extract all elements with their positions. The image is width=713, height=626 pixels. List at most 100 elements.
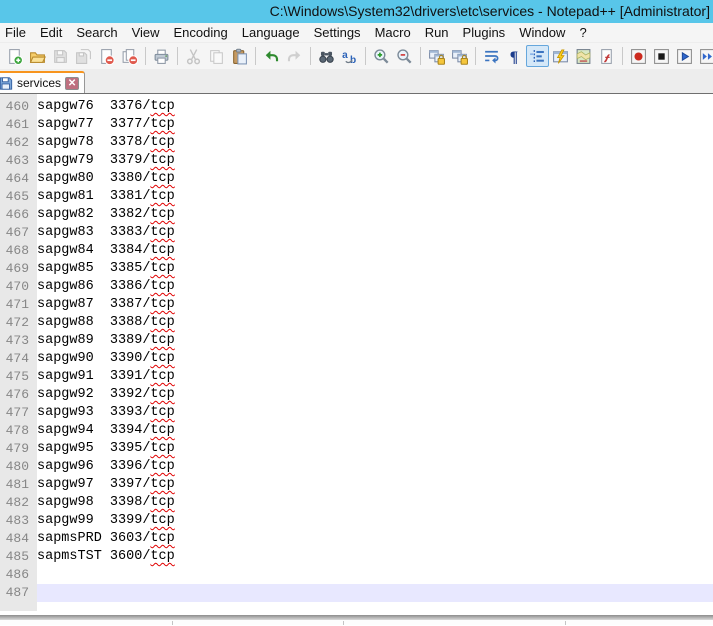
show-wrap-symbol-icon	[553, 48, 568, 64]
code-line[interactable]: 482 sapgw98 3398/tcp	[0, 494, 713, 512]
find-button[interactable]	[315, 45, 338, 67]
undo-button[interactable]	[260, 45, 283, 67]
run-macro-multiple-button[interactable]	[696, 45, 713, 67]
line-number: 466	[5, 207, 29, 222]
code-line[interactable]: 474 sapgw90 3390/tcp	[0, 350, 713, 368]
menu-item-window[interactable]: Window	[512, 23, 572, 42]
show-all-characters-icon: ¶	[510, 48, 518, 64]
misspelled-word: tcp	[150, 261, 175, 276]
new-file-button[interactable]	[3, 45, 26, 67]
line-number: 472	[5, 315, 29, 330]
menu-item-[interactable]: ?	[572, 23, 593, 42]
menu-item-view[interactable]: View	[125, 23, 167, 42]
close-all-button[interactable]	[118, 45, 141, 67]
show-wrap-symbol-button[interactable]	[549, 45, 572, 67]
cut-button[interactable]	[182, 45, 205, 67]
line-number: 469	[5, 261, 29, 276]
misspelled-word: tcp	[150, 207, 175, 222]
line-number: 474	[5, 351, 29, 366]
code-line[interactable]: 484 sapmsPRD 3603/tcp	[0, 530, 713, 548]
show-all-characters-button[interactable]: ¶	[503, 45, 526, 67]
line-number: 475	[5, 369, 29, 384]
code-line[interactable]: 470 sapgw86 3386/tcp	[0, 278, 713, 296]
play-macro-button[interactable]	[673, 45, 696, 67]
line-number: 463	[5, 153, 29, 168]
code-line-current[interactable]: 487	[0, 584, 713, 602]
copy-button[interactable]	[205, 45, 228, 67]
line-text: sapgw95 3395/tcp	[37, 441, 175, 456]
statusbar-section-separator	[343, 621, 344, 625]
misspelled-word: tcp	[150, 333, 175, 348]
print-button[interactable]	[150, 45, 173, 67]
tab-services[interactable]: services ✕	[0, 71, 86, 93]
code-line[interactable]: 481 sapgw97 3397/tcp	[0, 476, 713, 494]
menu-item-file[interactable]: File	[0, 23, 33, 42]
close-file-button[interactable]	[95, 45, 118, 67]
code-line[interactable]: 473 sapgw89 3389/tcp	[0, 332, 713, 350]
document-map-icon	[576, 48, 591, 64]
menu-item-language[interactable]: Language	[235, 23, 307, 42]
code-line[interactable]: 479 sapgw95 3395/tcp	[0, 440, 713, 458]
code-line[interactable]: 460 sapgw76 3376/tcp	[0, 98, 713, 116]
code-line[interactable]: 472 sapgw88 3388/tcp	[0, 314, 713, 332]
menu-item-plugins[interactable]: Plugins	[456, 23, 513, 42]
code-line[interactable]: 466 sapgw82 3382/tcp	[0, 206, 713, 224]
code-line[interactable]: 478 sapgw94 3394/tcp	[0, 422, 713, 440]
menu-item-macro[interactable]: Macro	[368, 23, 418, 42]
menu-item-run[interactable]: Run	[418, 23, 456, 42]
menu-item-search[interactable]: Search	[69, 23, 124, 42]
code-line[interactable]: 476 sapgw92 3392/tcp	[0, 386, 713, 404]
sync-vertical-scroll-button[interactable]	[425, 45, 448, 67]
sync-horizontal-scroll-button[interactable]	[448, 45, 471, 67]
toolbar: a b ¶	[0, 43, 713, 69]
save-file-button[interactable]	[49, 45, 72, 67]
code-line[interactable]: 465 sapgw81 3381/tcp	[0, 188, 713, 206]
code-line[interactable]: 471 sapgw87 3387/tcp	[0, 296, 713, 314]
stop-macro-button[interactable]	[650, 45, 673, 67]
open-file-button[interactable]	[26, 45, 49, 67]
code-line[interactable]: 461 sapgw77 3377/tcp	[0, 116, 713, 134]
word-wrap-button[interactable]	[480, 45, 503, 67]
redo-icon	[287, 50, 301, 61]
show-indent-guide-button[interactable]	[526, 45, 549, 67]
redo-button[interactable]	[283, 45, 306, 67]
line-text: sapgw99 3399/tcp	[37, 513, 175, 528]
line-number: 473	[5, 333, 29, 348]
code-line[interactable]: 483 sapgw99 3399/tcp	[0, 512, 713, 530]
misspelled-word: tcp	[150, 459, 175, 474]
code-line[interactable]: 468 sapgw84 3384/tcp	[0, 242, 713, 260]
misspelled-word: tcp	[150, 99, 175, 114]
zoom-in-button[interactable]	[370, 45, 393, 67]
code-line[interactable]: 469 sapgw85 3385/tcp	[0, 260, 713, 278]
replace-button[interactable]: ab	[338, 45, 361, 67]
menu-item-encoding[interactable]: Encoding	[167, 23, 235, 42]
save-all-button[interactable]	[72, 45, 95, 67]
record-macro-button[interactable]	[627, 45, 650, 67]
line-text: sapgw85 3385/tcp	[37, 261, 175, 276]
menu-item-settings[interactable]: Settings	[307, 23, 368, 42]
code-line[interactable]: 463 sapgw79 3379/tcp	[0, 152, 713, 170]
notepad-plus-plus-window: C:\Windows\System32\drivers\etc\services…	[0, 0, 713, 626]
run-macro-multiple-icon	[700, 48, 713, 64]
editor-pane[interactable]: 460 sapgw76 3376/tcp 461 sapgw77 3377/tcp 46…	[0, 94, 713, 611]
function-list-button[interactable]	[595, 45, 618, 67]
code-line[interactable]: 464 sapgw80 3380/tcp	[0, 170, 713, 188]
line-text: sapgw98 3398/tcp	[37, 495, 175, 510]
document-map-button[interactable]	[572, 45, 595, 67]
code-line[interactable]: 475 sapgw91 3391/tcp	[0, 368, 713, 386]
zoom-out-button[interactable]	[393, 45, 416, 67]
tab-close-button[interactable]: ✕	[65, 76, 80, 90]
code-line[interactable]: 480 sapgw96 3396/tcp	[0, 458, 713, 476]
line-text: sapmsTST 3600/tcp	[37, 549, 175, 564]
line-text	[37, 566, 713, 584]
stop-macro-icon	[654, 48, 669, 64]
code-line[interactable]: 485 sapmsTST 3600/tcp	[0, 548, 713, 566]
code-line[interactable]: 467 sapgw83 3383/tcp	[0, 224, 713, 242]
code-line[interactable]: 486	[0, 566, 713, 584]
menu-item-edit[interactable]: Edit	[33, 23, 69, 42]
code-line[interactable]: 477 sapgw93 3393/tcp	[0, 404, 713, 422]
paste-button[interactable]	[228, 45, 251, 67]
line-text: sapgw80 3380/tcp	[37, 171, 175, 186]
code-line[interactable]: 462 sapgw78 3378/tcp	[0, 134, 713, 152]
paste-icon	[233, 48, 247, 64]
